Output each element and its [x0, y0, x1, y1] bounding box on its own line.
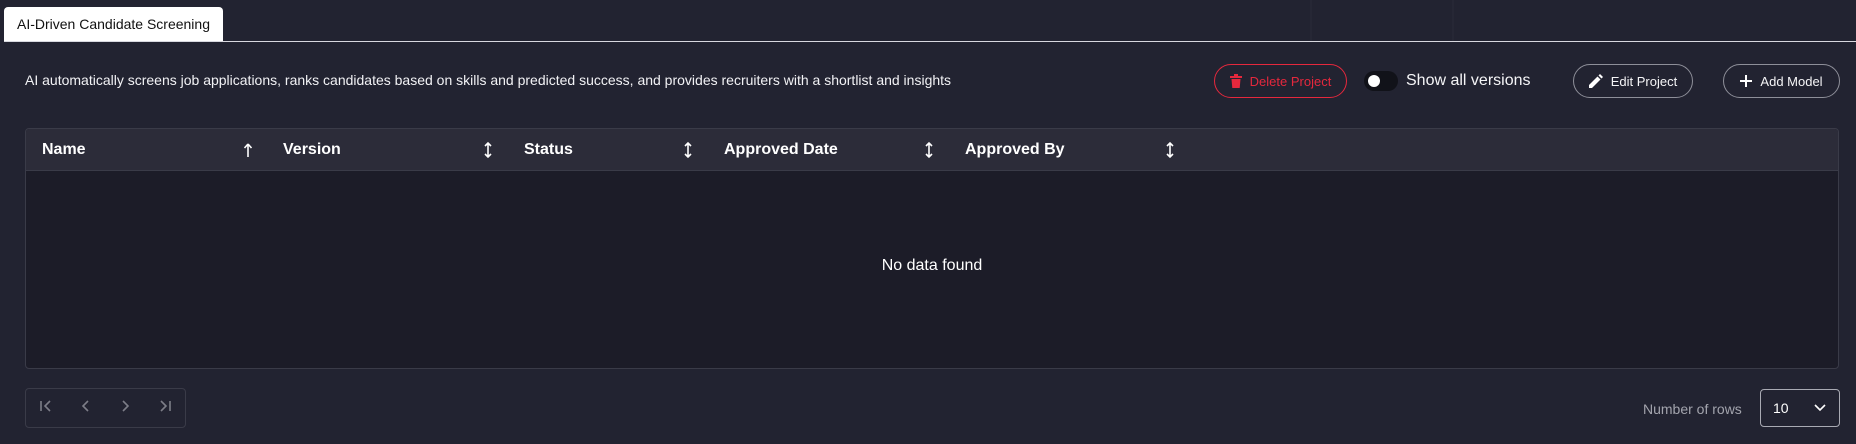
first-page-button[interactable]: [26, 389, 66, 427]
show-all-versions-label: Show all versions: [1406, 72, 1531, 89]
plus-icon: [1740, 75, 1753, 87]
column-header-status[interactable]: Status: [524, 129, 573, 170]
delete-project-label: Delete Project: [1249, 73, 1332, 89]
models-table: Name Version Status Approved Date Approv…: [25, 128, 1839, 369]
chevron-right-icon: [118, 399, 132, 418]
add-model-label: Add Model: [1760, 73, 1823, 89]
rows-per-page-select[interactable]: 10: [1760, 389, 1840, 427]
column-header-approved-by[interactable]: Approved By: [965, 129, 1065, 170]
column-header-approved-date[interactable]: Approved Date: [724, 129, 838, 170]
empty-state-message: No data found: [881, 257, 983, 274]
toggle-knob: [1368, 75, 1380, 87]
sort-updown-icon[interactable]: [683, 141, 693, 159]
trash-icon: [1229, 74, 1242, 88]
chevron-left-icon: [79, 399, 93, 418]
rows-per-page-value: 10: [1773, 400, 1789, 416]
sort-updown-icon[interactable]: [924, 141, 934, 159]
delete-project-button[interactable]: Delete Project: [1214, 64, 1347, 98]
table-header: Name Version Status Approved Date Approv…: [26, 129, 1838, 171]
next-page-button[interactable]: [106, 389, 146, 427]
pagination-controls: [25, 388, 186, 428]
show-all-versions-toggle[interactable]: [1364, 71, 1398, 91]
previous-page-button[interactable]: [66, 389, 106, 427]
tab-ai-driven-candidate-screening[interactable]: AI-Driven Candidate Screening: [4, 7, 223, 42]
tab-divider: [4, 41, 1856, 42]
tab-bar: AI-Driven Candidate Screening: [0, 0, 1856, 43]
sort-updown-icon[interactable]: [483, 141, 493, 159]
add-model-button[interactable]: Add Model: [1723, 64, 1840, 98]
pencil-icon: [1588, 74, 1603, 88]
last-page-button[interactable]: [145, 389, 185, 427]
edit-project-label: Edit Project: [1610, 73, 1678, 89]
first-page-icon: [39, 399, 53, 418]
sort-updown-icon[interactable]: [1165, 141, 1175, 159]
chevron-down-icon: [1813, 400, 1827, 416]
sort-ascending-icon[interactable]: [243, 141, 253, 159]
last-page-icon: [158, 399, 172, 418]
rows-per-page-label: Number of rows: [1643, 401, 1742, 417]
column-header-version[interactable]: Version: [283, 129, 341, 170]
column-header-name[interactable]: Name: [42, 129, 86, 170]
project-description: AI automatically screens job application…: [25, 72, 952, 88]
edit-project-button[interactable]: Edit Project: [1573, 64, 1693, 98]
